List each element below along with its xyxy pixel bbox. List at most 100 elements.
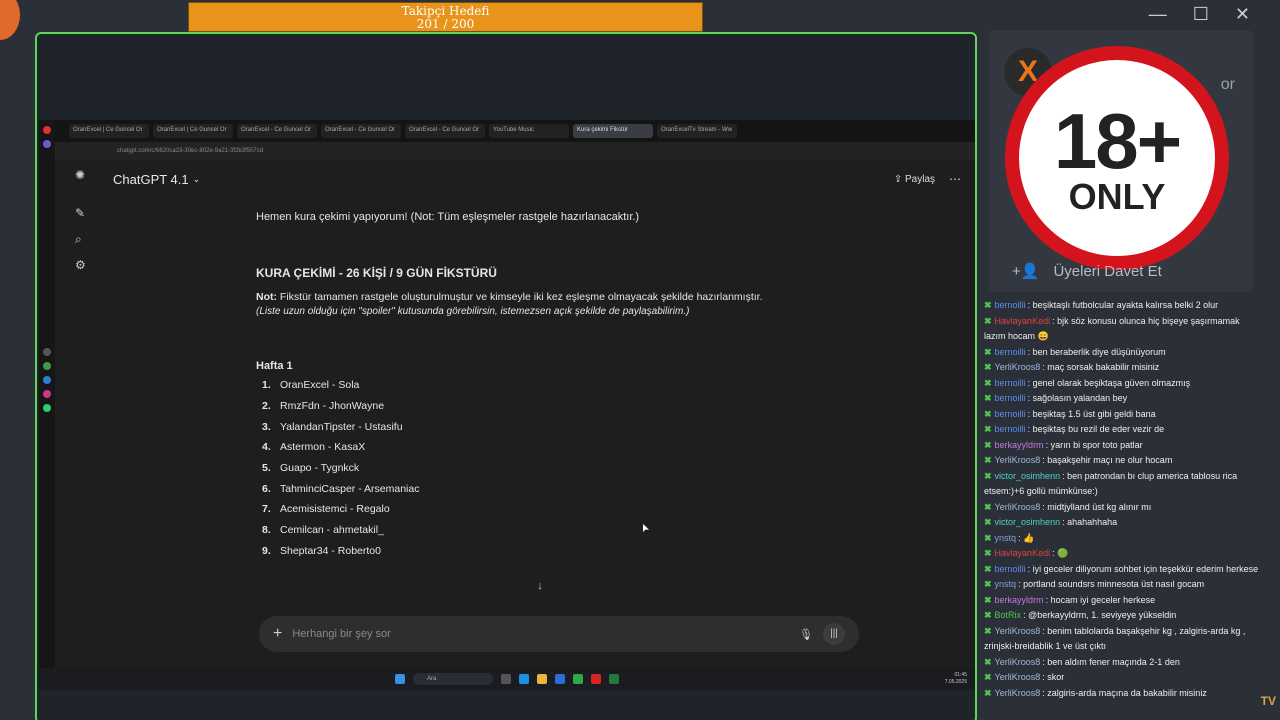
share-label: Paylaş xyxy=(904,173,935,185)
address-bar[interactable]: chatgpt.com/c/6820ca23-30ec-802e-9a21-3f… xyxy=(39,142,975,160)
model-selector[interactable]: ChatGPT 4.1 xyxy=(113,172,189,187)
rail-icon[interactable] xyxy=(43,376,51,384)
rail-icon[interactable] xyxy=(43,348,51,356)
chat-username[interactable]: bernoilli xyxy=(995,424,1026,434)
microphone-icon[interactable]: 🎙 xyxy=(799,628,813,641)
more-options-icon[interactable]: ⋯ xyxy=(949,172,961,186)
fixture-text: Cemilcan - ahmetakil_ xyxy=(280,524,384,537)
moderator-badge-icon: ✖ xyxy=(984,625,992,636)
taskbar-search[interactable]: Ara xyxy=(413,673,493,685)
browser-tab[interactable]: OranExcel | Ce Guncel Or xyxy=(69,124,149,138)
chat-username[interactable]: YerliKroos8 xyxy=(995,657,1041,667)
chat-message: ✖ victor_osimhenn: ahahahhaha xyxy=(980,515,1262,531)
chat-message: ✖ YerliKroos8: midtjylland üst kg alınır … xyxy=(980,500,1262,516)
search-icon[interactable]: ⌕ xyxy=(75,232,89,246)
chat-message: ✖ bernoilli: beşiktaş 1.5 üst gibi geldi … xyxy=(980,407,1262,423)
browser-tab[interactable]: OranExcel | Ce Guncel Or xyxy=(153,124,233,138)
chevron-down-icon[interactable]: ⌄ xyxy=(193,174,201,185)
chat-username[interactable]: BotRix xyxy=(995,610,1022,620)
plus-icon[interactable]: + xyxy=(273,625,282,643)
clock-date: 7.05.2025 xyxy=(944,679,967,685)
moderator-badge-icon: ✖ xyxy=(984,315,992,326)
store-icon[interactable] xyxy=(555,674,565,684)
chat-username[interactable]: victor_osimhenn xyxy=(995,471,1061,481)
moderator-badge-icon: ✖ xyxy=(984,300,992,310)
chat-username[interactable]: YerliKroos8 xyxy=(995,688,1041,698)
maximize-icon[interactable]: ☐ xyxy=(1193,4,1209,25)
chat-username[interactable]: bernoilli xyxy=(995,409,1026,419)
opera-icon[interactable] xyxy=(591,674,601,684)
badge-only: ONLY xyxy=(1068,176,1166,217)
gpts-icon[interactable]: ⚙ xyxy=(75,258,89,272)
chrome-icon[interactable] xyxy=(573,674,583,684)
close-icon[interactable]: ✕ xyxy=(1235,4,1250,25)
browser-tab[interactable]: Kura çekimi Fikstür xyxy=(573,124,653,138)
chat-username[interactable]: ynstq xyxy=(995,533,1017,543)
fixture-text: Guapo - Tygnkck xyxy=(280,462,360,475)
chat-message: ✖ berkayyldrm: hocam iyi geceler herkese xyxy=(980,593,1262,609)
fixture-note: Not: Fikstür tamamen rastgele oluşturulm… xyxy=(256,290,856,305)
chat-message: ✖ victor_osimhenn: ben patrondan bı clup … xyxy=(980,469,1262,500)
chat-text: : skor xyxy=(1042,672,1065,682)
chat-username[interactable]: HavlayanKedi xyxy=(995,316,1051,326)
folder-icon[interactable] xyxy=(537,674,547,684)
excel-icon[interactable] xyxy=(609,674,619,684)
chat-username[interactable]: bernoilli xyxy=(995,347,1026,357)
chat-username[interactable]: bernoilli xyxy=(995,564,1026,574)
shared-screen: OranExcel | Ce Guncel Or OranExcel | Ce G… xyxy=(39,120,975,690)
windows-start-icon[interactable] xyxy=(395,674,405,684)
rail-icon[interactable] xyxy=(43,404,51,412)
chat-username[interactable]: victor_osimhenn xyxy=(995,517,1061,527)
rail-icon[interactable] xyxy=(43,390,51,398)
chat-username[interactable]: HavlayanKedi xyxy=(995,548,1051,558)
chat-username[interactable]: YerliKroos8 xyxy=(995,672,1041,682)
browser-tab-strip: OranExcel | Ce Guncel Or OranExcel | Ce G… xyxy=(39,120,975,142)
browser-tab[interactable]: OranExcel - Ce Guncel Or xyxy=(237,124,317,138)
chat-text: : zalgiris-arda maçına da bakabilir misi… xyxy=(1042,687,1207,698)
fixture-number: 5. xyxy=(262,462,271,475)
fixture-number: 6. xyxy=(262,482,271,495)
chatgpt-logo-icon[interactable]: ✺ xyxy=(75,168,89,182)
moderator-badge-icon: ✖ xyxy=(984,517,992,527)
chat-username[interactable]: bernoilli xyxy=(995,300,1026,310)
chat-username[interactable]: YerliKroos8 xyxy=(995,626,1041,636)
moderator-badge-icon: ✖ xyxy=(984,439,992,450)
discord-partial-text: or xyxy=(1220,76,1235,93)
chat-username[interactable]: YerliKroos8 xyxy=(995,502,1041,512)
prompt-placeholder[interactable]: Herhangi bir şey sor xyxy=(292,628,390,640)
moderator-badge-icon: ✖ xyxy=(984,346,992,357)
scroll-down-icon[interactable]: ↓ xyxy=(533,580,547,594)
task-view-icon[interactable] xyxy=(501,674,511,684)
chat-username[interactable]: ynstq xyxy=(995,579,1017,589)
chat-username[interactable]: YerliKroos8 xyxy=(995,362,1041,372)
browser-tab[interactable]: OranExcel - Ce Guncel Or xyxy=(405,124,485,138)
chat-username[interactable]: bernoilli xyxy=(995,378,1026,388)
fixture-number: 3. xyxy=(262,420,271,433)
chat-message: ✖ berkayyldrm: yarın bi spor toto patlar xyxy=(980,438,1262,454)
chat-username[interactable]: YerliKroos8 xyxy=(995,455,1041,465)
rail-icon[interactable] xyxy=(43,126,51,134)
rail-icon[interactable] xyxy=(43,140,51,148)
browser-tab[interactable]: OranExcelTv Stream - Ww xyxy=(657,124,737,138)
voice-mode-icon[interactable]: ||| xyxy=(823,623,845,645)
rail-icon[interactable] xyxy=(43,362,51,370)
chat-message: ✖ YerliKroos8: skor xyxy=(980,670,1262,686)
minimize-icon[interactable]: — xyxy=(1149,4,1167,25)
share-button[interactable]: ⇪ Paylaş xyxy=(894,174,935,185)
moderator-badge-icon: ✖ xyxy=(984,548,992,558)
fixture-text: YalandanTipster - Ustasifu xyxy=(280,420,403,433)
intro-text: Hemen kura çekimi yapıyorum! (Not: Tüm e… xyxy=(256,211,640,223)
browser-tab[interactable]: YouTube Music xyxy=(489,124,569,138)
invite-members-button[interactable]: +👤 Üyeleri Davet Et xyxy=(1012,262,1162,281)
fixture-item: 3. YalandanTipster - Ustasifu xyxy=(256,420,856,441)
prompt-composer[interactable]: + Herhangi bir şey sor 🎙 ||| xyxy=(259,616,859,652)
fixture-item: 7. Acemisistemci - Regalo xyxy=(256,502,856,523)
browser-tab[interactable]: OranExcel - Ce Guncel Or xyxy=(321,124,401,138)
chat-username[interactable]: berkayyldrm xyxy=(995,440,1044,450)
chat-username[interactable]: berkayyldrm xyxy=(995,595,1044,605)
new-chat-icon[interactable]: ✎ xyxy=(75,206,89,220)
chat-username[interactable]: bernoilli xyxy=(995,393,1026,403)
chat-message: ✖ YerliKroos8: benim tablolarda başakşehi… xyxy=(980,624,1262,655)
chat-text: : @berkayyldrm, 1. seviyeye yükseldin xyxy=(1023,610,1177,620)
edge-icon[interactable] xyxy=(519,674,529,684)
